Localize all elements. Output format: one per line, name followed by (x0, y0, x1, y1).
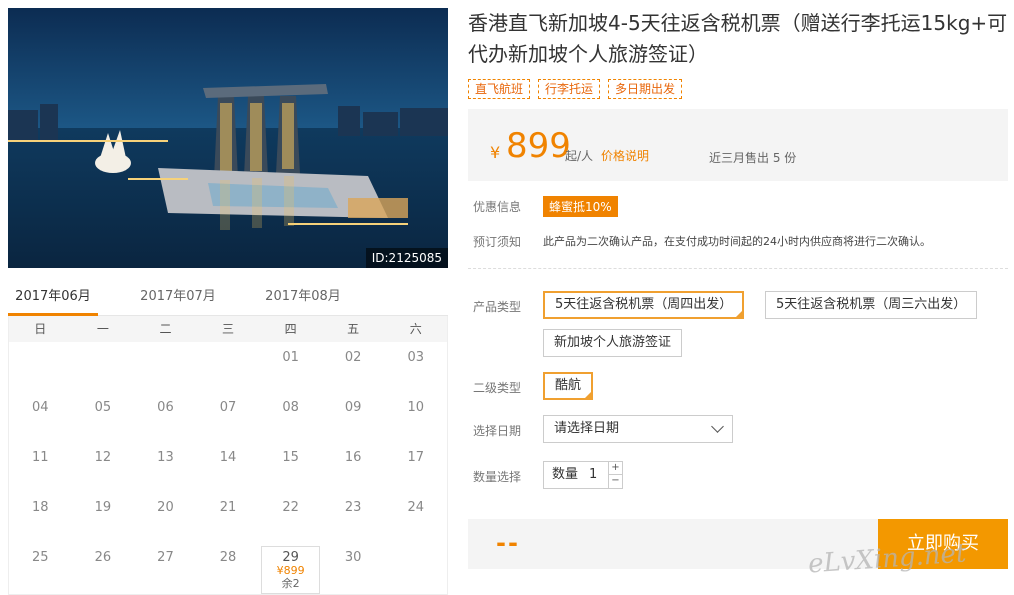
quantity-inner-label: 数量 (552, 467, 579, 482)
calendar-week: 18 19 20 21 22 23 24 (9, 492, 447, 542)
price-panel: ¥ 899 起/人 价格说明 近三月售出 5 份 (468, 109, 1008, 181)
option-label: 新加坡个人旅游签证 (554, 335, 672, 350)
calendar-day: 19 (94, 500, 112, 515)
tab-month-2017-06[interactable]: 2017年06月 (8, 284, 98, 316)
quantity-decrease-button[interactable]: − (608, 475, 622, 488)
feature-tag: 多日期出发 (608, 79, 683, 99)
product-title: 香港直飞新加坡4-5天往返含税机票（赠送行李托运15kg+可代办新加坡个人旅游签… (468, 11, 1008, 66)
product-type-option-wed-sat[interactable]: 5天往返含税机票（周三六出发） (765, 291, 978, 319)
calendar-day: 21 (219, 500, 237, 515)
calendar-day-price: ¥899 (276, 564, 305, 577)
calendar-day: 23 (344, 500, 362, 515)
calendar-day: 10 (407, 400, 425, 415)
calendar-day (134, 342, 197, 392)
tab-month-2017-08[interactable]: 2017年08月 (258, 284, 348, 316)
notice-label: 预订须知 (473, 235, 522, 249)
price-explain-link[interactable]: 价格说明 (601, 147, 649, 164)
calendar-day: 24 (407, 500, 425, 515)
weekday-label: 二 (159, 322, 172, 336)
calendar-week: 01 02 03 (9, 342, 447, 392)
selected-check-icon (734, 309, 745, 319)
product-type-option-visa[interactable]: 新加坡个人旅游签证 (543, 329, 683, 357)
secondary-type-option[interactable]: 酷航 (543, 372, 594, 400)
calendar-day: 02 (344, 350, 362, 365)
quantity-input[interactable]: 1 (589, 462, 597, 488)
date-select-value: 请选择日期 (554, 421, 620, 436)
chevron-down-icon (711, 420, 724, 433)
calendar-day: 11 (32, 450, 49, 465)
calendar-day: 30 (344, 550, 362, 565)
option-label: 5天往返含税机票（周四出发） (555, 297, 733, 312)
calendar-week: 04 05 06 07 08 09 10 (9, 392, 447, 442)
tab-month-2017-07[interactable]: 2017年07月 (133, 284, 223, 316)
calendar-day (72, 342, 135, 392)
calendar-week: 11 12 13 14 15 16 17 (9, 442, 447, 492)
calendar-day: 15 (282, 450, 299, 465)
calendar-day: 25 (32, 550, 49, 565)
calendar-day: 16 (344, 450, 362, 465)
total-price: -- (496, 529, 520, 557)
sold-count: 近三月售出 5 份 (709, 151, 797, 165)
price-currency: ¥ (490, 143, 501, 162)
price-amount: 899 (506, 126, 571, 166)
option-label: 5天往返含税机票（周三六出发） (776, 297, 967, 312)
calendar-day: 28 (219, 550, 237, 565)
calendar-day: 05 (94, 400, 112, 415)
calendar-day (197, 342, 260, 392)
calendar-day: 01 (282, 350, 299, 365)
feature-tag: 行李托运 (538, 79, 601, 99)
feature-tag: 直飞航班 (468, 79, 531, 99)
calendar-day: 22 (282, 500, 299, 515)
selected-check-icon (583, 390, 594, 400)
date-select-label: 选择日期 (473, 424, 522, 438)
calendar-day: 18 (32, 500, 49, 515)
feature-tags: 直飞航班 行李托运 多日期出发 (468, 79, 683, 99)
calendar-day-available[interactable]: 29 ¥899 余2 (259, 542, 322, 594)
calendar-day-stock: 余2 (281, 577, 300, 590)
calendar-week: 25 26 27 28 29 ¥899 余2 30 (9, 542, 447, 594)
secondary-type-label: 二级类型 (473, 381, 522, 395)
calendar-day: 09 (344, 400, 362, 415)
calendar-day: 07 (219, 400, 237, 415)
weekday-label: 日 (34, 322, 47, 336)
quantity-label: 数量选择 (473, 470, 522, 484)
marina-bay-illustration (8, 8, 448, 268)
calendar-day: 13 (157, 450, 174, 465)
calendar-day: 14 (219, 450, 237, 465)
date-select[interactable]: 请选择日期 (543, 415, 733, 443)
calendar-day: 06 (157, 400, 174, 415)
weekday-label: 一 (96, 322, 109, 336)
quantity-stepper: 数量 1 + − (543, 461, 623, 489)
calendar-day: 04 (32, 400, 49, 415)
calendar-day: 03 (407, 350, 425, 365)
booking-notice: 此产品为二次确认产品，在支付成功时间起的24小时内供应商将进行二次确认。 (543, 235, 931, 248)
calendar-day: 26 (94, 550, 112, 565)
weekday-header: 日 一 二 三 四 五 六 (9, 316, 447, 342)
quantity-increase-button[interactable]: + (608, 462, 622, 475)
section-divider (468, 268, 1008, 269)
discount-label: 优惠信息 (473, 200, 522, 214)
weekday-label: 六 (409, 322, 422, 336)
image-id-badge: ID:2125085 (365, 248, 448, 268)
weekday-label: 四 (284, 322, 297, 336)
calendar-day: 20 (157, 500, 174, 515)
date-calendar: 日 一 二 三 四 五 六 01 02 03 04 05 06 07 08 09… (8, 316, 448, 595)
calendar-day: 12 (94, 450, 112, 465)
product-hero-image: ID:2125085 (8, 8, 448, 268)
calendar-day: 27 (157, 550, 174, 565)
month-tabs: 2017年06月 2017年07月 2017年08月 (8, 284, 448, 316)
calendar-day-number: 29 (282, 550, 299, 565)
weekday-label: 五 (347, 322, 360, 336)
calendar-day: 17 (407, 450, 425, 465)
calendar-day (9, 342, 72, 392)
weekday-label: 三 (222, 322, 235, 336)
calendar-day: 08 (282, 400, 299, 415)
calendar-day (384, 542, 447, 592)
discount-badge: 蜂蜜抵10% (543, 196, 618, 217)
product-type-option-thursday[interactable]: 5天往返含税机票（周四出发） (543, 291, 745, 319)
product-type-label: 产品类型 (473, 300, 522, 314)
price-unit: 起/人 (565, 149, 594, 163)
option-label: 酷航 (555, 378, 582, 393)
